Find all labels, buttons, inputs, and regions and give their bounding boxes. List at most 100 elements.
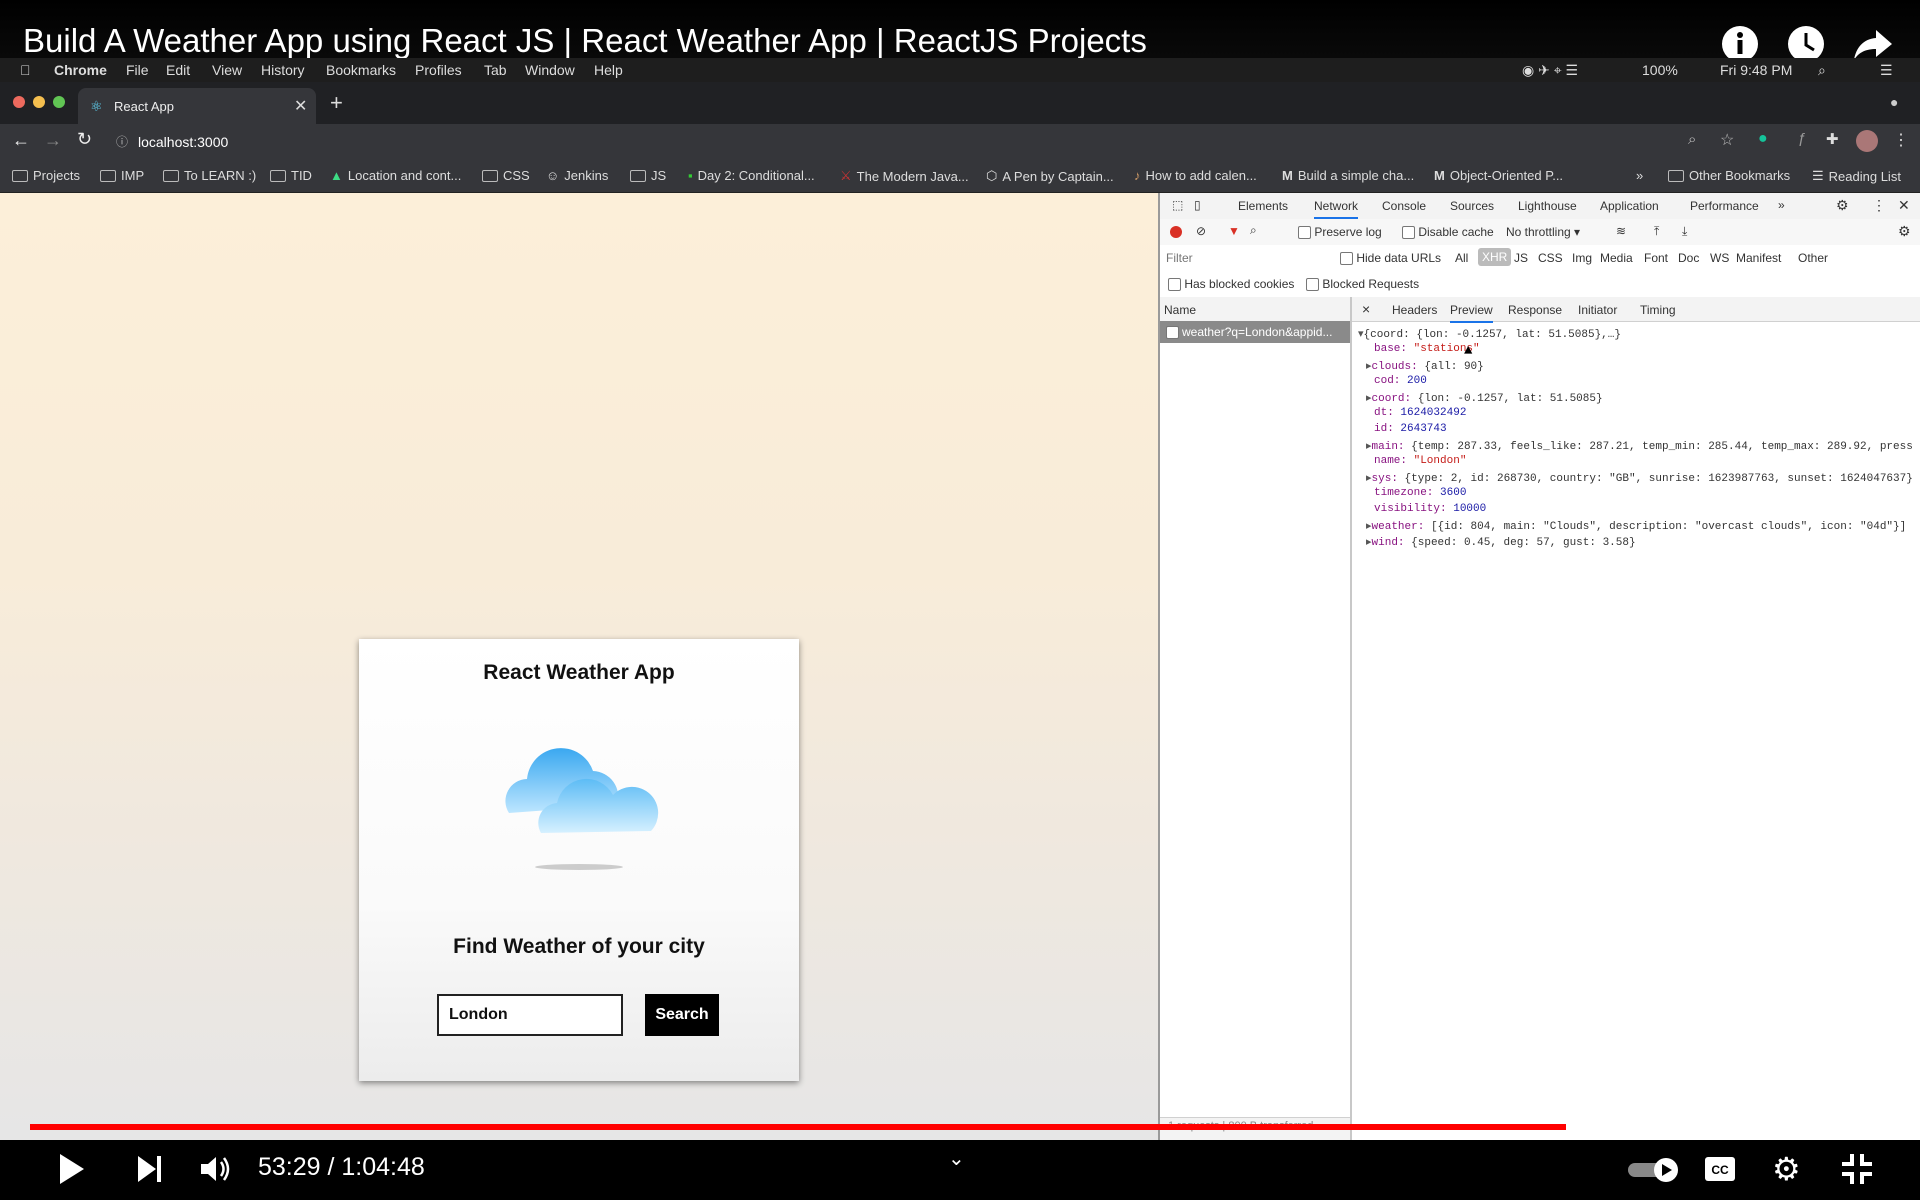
maximize-window-icon[interactable] bbox=[53, 96, 65, 108]
autoplay-toggle[interactable] bbox=[1626, 1156, 1682, 1189]
filter-manifest[interactable]: Manifest bbox=[1736, 251, 1781, 265]
filter-other[interactable]: Other bbox=[1798, 251, 1828, 265]
name-column-header[interactable]: Name bbox=[1160, 297, 1350, 322]
close-window-icon[interactable] bbox=[13, 96, 25, 108]
video-progress-bar[interactable] bbox=[30, 1124, 1890, 1130]
throttling-select[interactable]: No throttling ▾ bbox=[1506, 225, 1580, 239]
bookmark-day2[interactable]: ▪ Day 2: Conditional... bbox=[688, 168, 815, 183]
reading-list[interactable]: ☰ Reading List bbox=[1812, 168, 1901, 184]
filter-js[interactable]: JS bbox=[1514, 251, 1528, 265]
search-button[interactable]: Search bbox=[645, 994, 719, 1036]
back-icon[interactable]: ← bbox=[12, 130, 30, 151]
menu-tab[interactable]: Tab bbox=[484, 62, 507, 78]
avatar[interactable] bbox=[1856, 130, 1878, 152]
json-line-wind[interactable]: ▸wind: {speed: 0.45, deg: 57, gust: 3.58… bbox=[1366, 535, 1636, 549]
next-icon[interactable] bbox=[136, 1154, 164, 1189]
json-line-coord[interactable]: ▸coord: {lon: -0.1257, lat: 51.5085} bbox=[1366, 391, 1603, 405]
settings-icon[interactable]: ⚙ bbox=[1836, 197, 1849, 214]
kebab-menu-icon[interactable]: ⋮ bbox=[1872, 197, 1886, 214]
reload-icon[interactable]: ↻ bbox=[77, 129, 92, 150]
bookmark-location[interactable]: ▲ Location and cont... bbox=[330, 168, 461, 183]
filter-img[interactable]: Img bbox=[1572, 251, 1592, 265]
filter-xhr[interactable]: XHR bbox=[1478, 248, 1512, 266]
download-icon[interactable]: ⤓ bbox=[1682, 224, 1687, 239]
exit-fullscreen-icon[interactable] bbox=[1840, 1152, 1874, 1191]
close-tab-icon[interactable]: ✕ bbox=[294, 96, 307, 116]
json-line-sys[interactable]: ▸sys: {type: 2, id: 268730, country: "GB… bbox=[1366, 471, 1913, 485]
tab-performance[interactable]: Performance bbox=[1690, 199, 1759, 213]
bookmark-oop[interactable]: M Object-Oriented P... bbox=[1434, 168, 1563, 183]
detail-tab-timing[interactable]: Timing bbox=[1640, 303, 1676, 317]
browser-tab[interactable]: ⚛ React App ✕ bbox=[78, 88, 316, 124]
filter-icon[interactable]: ▼ bbox=[1228, 224, 1240, 238]
filter-input[interactable] bbox=[1164, 249, 1328, 267]
close-detail-icon[interactable]: × bbox=[1362, 301, 1370, 317]
bookmark-tid[interactable]: TID bbox=[270, 168, 312, 183]
tab-lighthouse[interactable]: Lighthouse bbox=[1518, 199, 1577, 213]
search-icon[interactable]: ⌕ bbox=[1250, 223, 1257, 238]
bookmark-calendar[interactable]: ♪ How to add calen... bbox=[1134, 168, 1257, 183]
menu-file[interactable]: File bbox=[126, 62, 149, 78]
bookmark-imp[interactable]: IMP bbox=[100, 168, 144, 183]
bookmark-pen[interactable]: ⬡ A Pen by Captain... bbox=[986, 168, 1114, 184]
json-line-weather[interactable]: ▸weather: [{id: 804, main: "Clouds", des… bbox=[1366, 519, 1906, 533]
extensions-icon[interactable]: ✚ bbox=[1826, 130, 1839, 148]
filter-all[interactable]: All bbox=[1455, 251, 1468, 265]
wifi-settings-icon[interactable]: ≋ bbox=[1616, 224, 1626, 238]
bookmark-js[interactable]: JS bbox=[630, 168, 666, 183]
detail-tab-initiator[interactable]: Initiator bbox=[1578, 303, 1617, 317]
tab-elements[interactable]: Elements bbox=[1238, 199, 1288, 213]
bookmark-jenkins[interactable]: ☺ Jenkins bbox=[546, 168, 608, 183]
upload-icon[interactable]: ⤒ bbox=[1654, 224, 1659, 239]
close-devtools-icon[interactable]: ✕ bbox=[1898, 197, 1910, 214]
battery-percent[interactable]: 100% bbox=[1642, 62, 1678, 78]
clock[interactable]: Fri 9:48 PM bbox=[1720, 62, 1792, 78]
filter-css[interactable]: CSS bbox=[1538, 251, 1563, 265]
spotlight-icon[interactable]: ⌕ bbox=[1818, 62, 1826, 79]
blocked-requests-checkbox[interactable]: Blocked Requests bbox=[1306, 277, 1419, 292]
filter-doc[interactable]: Doc bbox=[1678, 251, 1699, 265]
tab-network[interactable]: Network bbox=[1314, 199, 1359, 219]
menu-edit[interactable]: Edit bbox=[166, 62, 190, 78]
json-root[interactable]: ▾{coord: {lon: -0.1257, lat: 51.5085},…} bbox=[1358, 327, 1621, 341]
disable-cache-checkbox[interactable]: Disable cache bbox=[1402, 225, 1494, 240]
more-tabs[interactable]: » bbox=[1778, 198, 1785, 212]
inspect-icon[interactable]: ⬚ bbox=[1172, 198, 1183, 212]
bookmark-to-learn[interactable]: To LEARN :) bbox=[163, 168, 256, 183]
menu-history[interactable]: History bbox=[261, 62, 305, 78]
menu-profiles[interactable]: Profiles bbox=[415, 62, 462, 78]
new-tab-icon[interactable]: + bbox=[330, 90, 343, 116]
bookmark-css[interactable]: CSS bbox=[482, 168, 530, 183]
detail-tab-response[interactable]: Response bbox=[1508, 303, 1562, 317]
city-input[interactable] bbox=[437, 994, 623, 1036]
tab-console[interactable]: Console bbox=[1382, 199, 1426, 213]
forward-icon[interactable]: → bbox=[44, 130, 62, 151]
chevron-down-icon[interactable]: ⌄ bbox=[948, 1146, 965, 1171]
detail-tab-preview[interactable]: Preview bbox=[1450, 303, 1493, 323]
filter-ws[interactable]: WS bbox=[1710, 251, 1729, 265]
minimize-window-icon[interactable] bbox=[33, 96, 45, 108]
menu-chrome[interactable]: Chrome bbox=[54, 62, 107, 78]
captions-icon[interactable]: CC bbox=[1704, 1156, 1736, 1187]
filter-font[interactable]: Font bbox=[1644, 251, 1668, 265]
detail-tab-headers[interactable]: Headers bbox=[1392, 303, 1437, 317]
zoom-icon[interactable]: ⌕ bbox=[1688, 131, 1696, 148]
record-icon[interactable] bbox=[1170, 226, 1182, 238]
preserve-log-checkbox[interactable]: Preserve log bbox=[1298, 225, 1382, 240]
clear-icon[interactable]: ⊘ bbox=[1196, 224, 1206, 238]
bookmark-projects[interactable]: Projects bbox=[12, 168, 80, 183]
json-line-main[interactable]: ▸main: {temp: 287.33, feels_like: 287.21… bbox=[1366, 439, 1913, 453]
play-icon[interactable] bbox=[58, 1152, 86, 1191]
menu-help[interactable]: Help bbox=[594, 62, 623, 78]
device-toggle-icon[interactable]: ▯ bbox=[1194, 198, 1201, 212]
tab-sources[interactable]: Sources bbox=[1450, 199, 1494, 213]
bookmark-star-icon[interactable]: ☆ bbox=[1720, 130, 1734, 150]
profile-circle-icon[interactable]: ● bbox=[1890, 94, 1898, 110]
control-center-icon[interactable]: ☰ bbox=[1880, 62, 1893, 79]
bookmark-modern-java[interactable]: ⚔ The Modern Java... bbox=[840, 168, 969, 184]
bookmark-chat[interactable]: M Build a simple cha... bbox=[1282, 168, 1414, 183]
menu-view[interactable]: View bbox=[212, 62, 242, 78]
extension-fx-icon[interactable]: ƒ bbox=[1798, 130, 1806, 147]
json-line-clouds[interactable]: ▸clouds: {all: 90} bbox=[1366, 359, 1484, 373]
chrome-menu-icon[interactable]: ⋮ bbox=[1893, 130, 1909, 150]
